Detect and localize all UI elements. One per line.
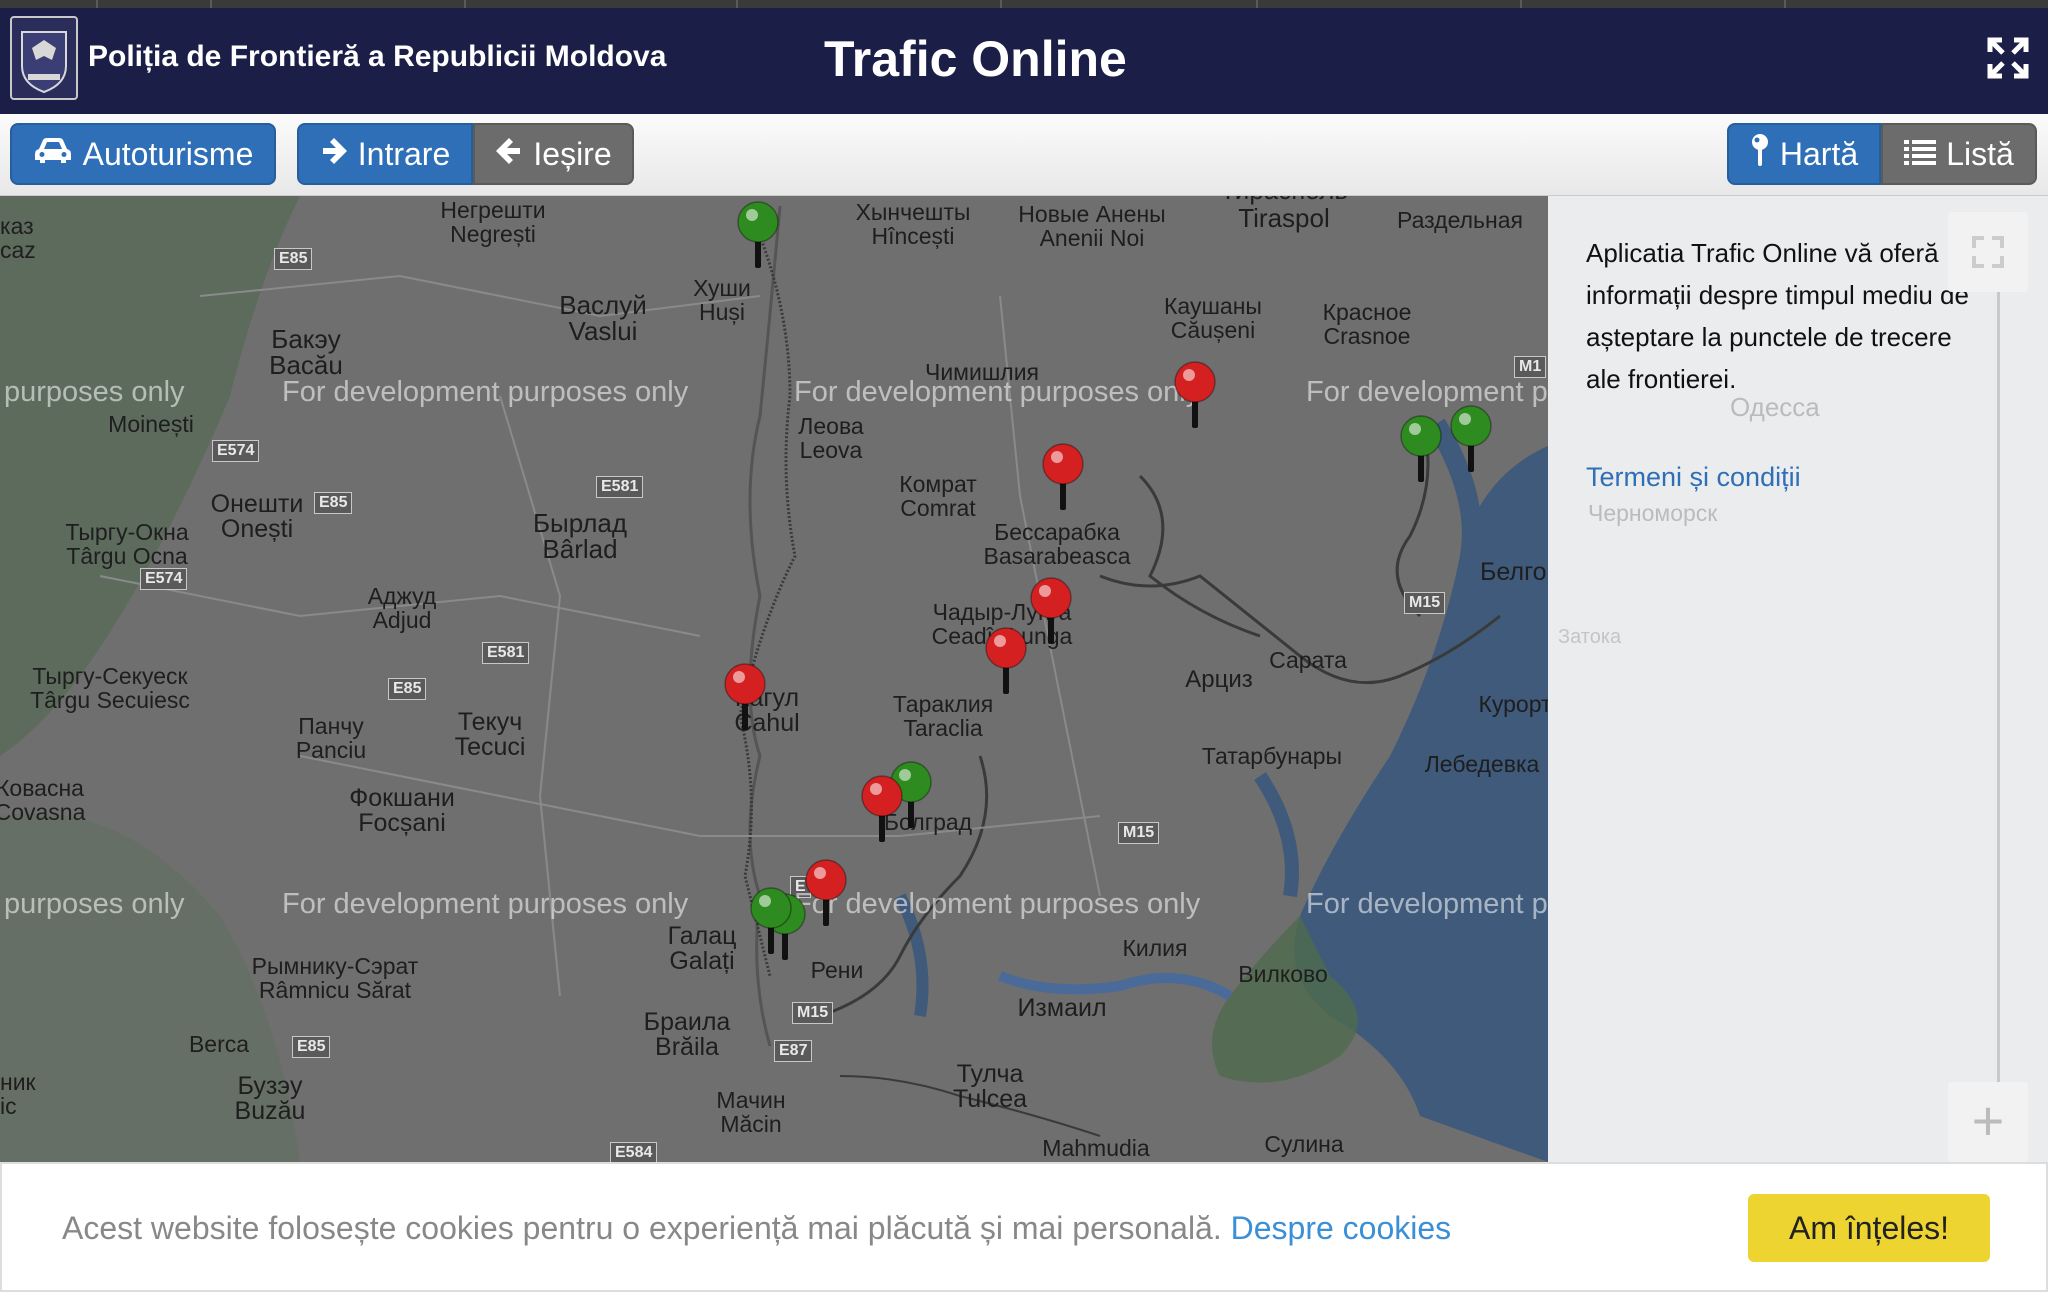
entry-direction-button[interactable]: Intrare	[297, 123, 473, 185]
ghost-map-label: Одесса	[1730, 392, 1820, 422]
map-view[interactable]: Негрешти Negrești Хынчешты Hîncești Новы…	[0, 196, 1548, 1162]
accept-cookies-button[interactable]: Am înțeles!	[1748, 1194, 1990, 1262]
cookie-banner: Acest website folosește cookies pentru o…	[0, 1162, 2048, 1292]
border-police-crest-icon	[10, 16, 78, 100]
crossing-marker-red[interactable]	[805, 859, 847, 926]
exit-direction-button[interactable]: Ieșire	[473, 123, 634, 185]
arrow-left-icon	[495, 136, 523, 173]
terms-link[interactable]: Termeni și condiții	[1586, 462, 1801, 493]
side-panel-scrollbar[interactable]	[1997, 216, 2000, 1146]
crossing-marker-red[interactable]	[724, 663, 766, 730]
info-side-panel: Aplicatia Trafic Online vă oferă informa…	[1548, 196, 2048, 1162]
ghost-map-label: Черноморск	[1588, 500, 1718, 526]
list-icon	[1904, 136, 1937, 173]
vehicle-type-button[interactable]: Autoturisme	[10, 123, 276, 185]
ghost-map-label: Затока	[1558, 626, 1622, 648]
cookie-text: Acest website folosește cookies pentru o…	[62, 1210, 1222, 1246]
crossing-markers-layer	[724, 201, 1492, 960]
list-view-label: Listă	[1946, 135, 2014, 172]
crossing-marker-red[interactable]	[985, 627, 1027, 694]
toolbar: Autoturisme Intrare Ieșire Hartă Listă	[0, 114, 2048, 196]
exit-label: Ieșire	[533, 135, 612, 172]
map-fullscreen-icon[interactable]	[1948, 212, 2028, 292]
map-view-button[interactable]: Hartă	[1727, 123, 1881, 185]
crossing-marker-red[interactable]	[1030, 577, 1072, 644]
crossing-marker-red[interactable]	[1174, 361, 1216, 428]
cookie-message: Acest website folosește cookies pentru o…	[62, 1210, 1451, 1247]
entry-label: Intrare	[357, 135, 451, 172]
crossing-marker-green[interactable]	[1400, 415, 1442, 482]
arrow-right-icon	[320, 136, 348, 173]
expand-arrows-icon[interactable]	[1986, 36, 2030, 80]
organization-name: Poliția de Frontieră a Republicii Moldov…	[88, 40, 667, 73]
top-tab-strip	[0, 0, 2048, 8]
crossing-marker-green[interactable]	[737, 201, 779, 268]
crossing-marker-green[interactable]	[1450, 405, 1492, 472]
car-icon	[33, 135, 73, 173]
crossing-marker-red[interactable]	[1042, 443, 1084, 510]
vehicle-type-label: Autoturisme	[82, 135, 254, 172]
map-view-label: Hartă	[1779, 135, 1859, 172]
app-description: Aplicatia Trafic Online vă oferă informa…	[1586, 238, 1969, 394]
crossing-marker-red[interactable]	[861, 775, 903, 842]
app-header: Poliția de Frontieră a Republicii Moldov…	[0, 8, 2048, 114]
list-view-button[interactable]: Listă	[1881, 123, 2037, 185]
app-title: Trafic Online	[824, 31, 1127, 87]
map-pin-icon	[1750, 133, 1770, 175]
zoom-in-button[interactable]: +	[1948, 1082, 2028, 1162]
about-cookies-link[interactable]: Despre cookies	[1231, 1210, 1452, 1246]
